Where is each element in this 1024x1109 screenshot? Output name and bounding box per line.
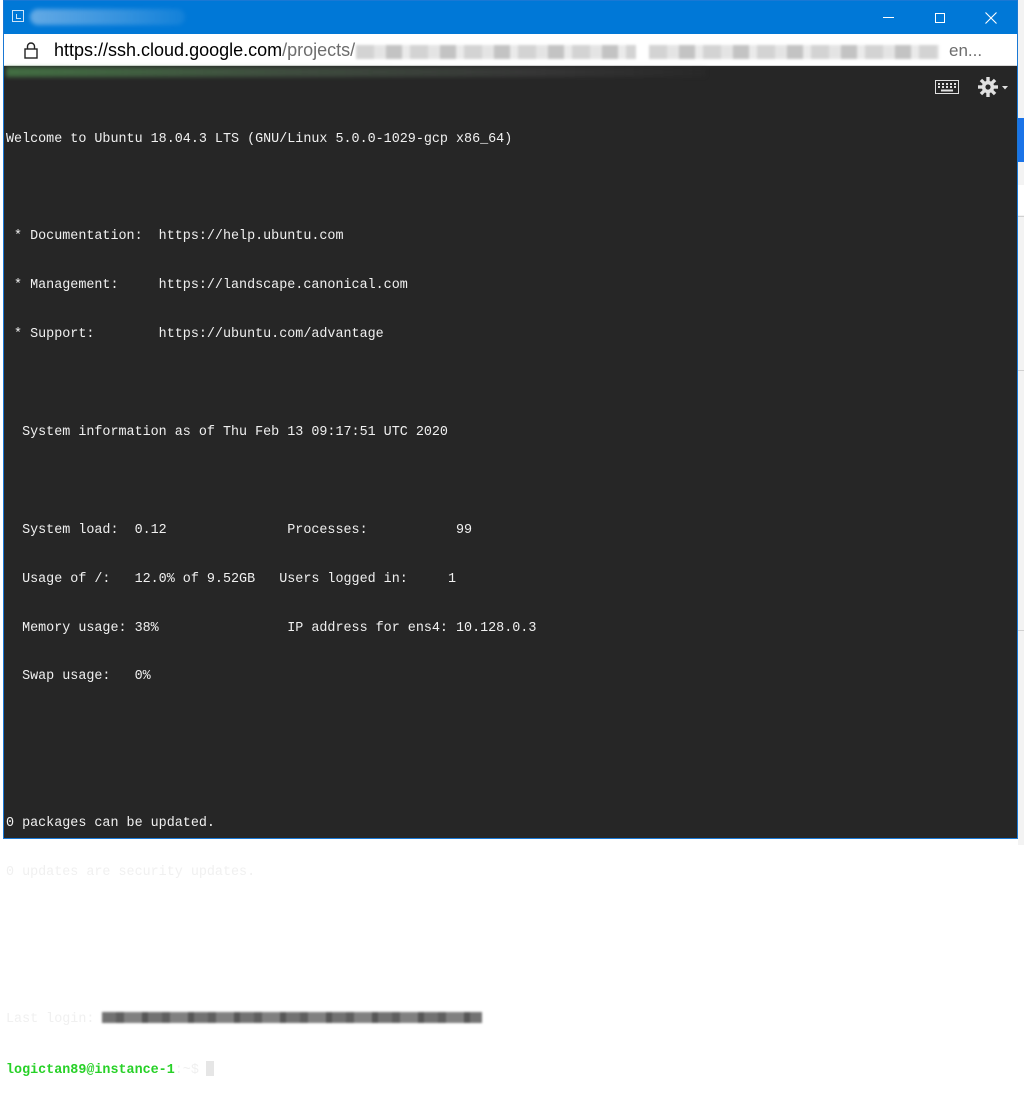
background-blue-strip [1018, 118, 1024, 162]
url-redacted-segment [649, 45, 939, 59]
window-title-redacted [30, 9, 185, 25]
url-path: /projects/ [282, 40, 356, 60]
maximize-icon [935, 12, 945, 23]
minimize-icon [882, 17, 894, 18]
close-icon [985, 11, 997, 24]
system-info-line: System information as of Thu Feb 13 09:1… [6, 424, 448, 440]
last-login-line: Last login: [6, 1011, 536, 1028]
stats-line: System load: 0.12 Processes: 99 [6, 522, 473, 538]
url-text[interactable]: https://ssh.cloud.google.com/projects/ [54, 40, 355, 60]
close-button[interactable] [968, 1, 1014, 34]
stats-line: Swap usage: 0% [6, 669, 151, 685]
prompt-line[interactable]: logictan89@instance-1:~$ [6, 1060, 536, 1078]
background-window-edge [1018, 0, 1024, 845]
text-cursor [205, 1060, 214, 1076]
stats-line: Usage of /: 12.0% of 9.52GB Users logged… [6, 571, 456, 587]
lock-icon [24, 42, 38, 59]
prompt-path: :~$ [174, 1062, 199, 1078]
url-tail: en... [949, 41, 983, 60]
address-bar[interactable]: https://ssh.cloud.google.com/projects/ e… [4, 34, 1017, 66]
welcome-line: Welcome to Ubuntu 18.04.3 LTS (GNU/Linux… [6, 131, 513, 147]
gear-icon[interactable] [977, 75, 1009, 99]
background-divider [1018, 370, 1024, 371]
stats-line: Memory usage: 38% IP address for ens4: 1… [6, 620, 537, 636]
url-redacted-segment [356, 45, 636, 59]
keyboard-icon[interactable] [935, 80, 959, 94]
prompt-user-host: logictan89@instance-1 [6, 1062, 175, 1078]
ssh-browser-window: https://ssh.cloud.google.com/projects/ e… [3, 0, 1018, 1078]
app-icon [12, 10, 24, 22]
last-login-redacted [102, 1011, 483, 1023]
url-host: https://ssh.cloud.google.com [54, 40, 283, 60]
terminal-output: Welcome to Ubuntu 18.04.3 LTS (GNU/Linux… [6, 99, 536, 1109]
packages-line: 0 packages can be updated. [6, 816, 215, 832]
terminal[interactable]: Welcome to Ubuntu 18.04.3 LTS (GNU/Linux… [4, 66, 1017, 1078]
last-login-label: Last login: [6, 1011, 95, 1027]
background-divider [1018, 216, 1024, 217]
management-line: * Management: https://landscape.canonica… [6, 278, 408, 294]
documentation-line: * Documentation: https://help.ubuntu.com [6, 229, 344, 245]
security-updates-line: 0 updates are security updates. [6, 864, 256, 880]
title-bar[interactable] [4, 1, 1017, 34]
terminal-redacted-line [6, 67, 706, 77]
background-divider [1018, 630, 1024, 631]
maximize-button[interactable] [917, 1, 963, 34]
minimize-button[interactable] [865, 1, 911, 34]
support-line: * Support: https://ubuntu.com/advantage [6, 327, 384, 343]
background-panel [1018, 185, 1024, 215]
chevron-down-icon [1002, 86, 1008, 90]
